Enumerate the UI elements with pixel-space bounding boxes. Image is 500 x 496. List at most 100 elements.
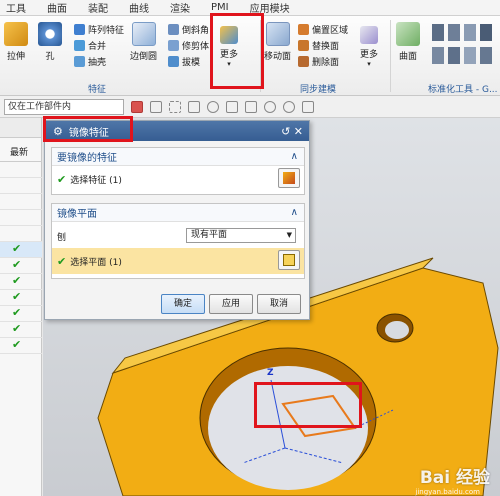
check-icon: ✔	[12, 306, 22, 319]
part-navigator: 最新 ✔ ✔ ✔ ✔ ✔ ✔ ✔	[0, 118, 42, 496]
standard-tools-label: 标准化工具 - G...	[428, 85, 498, 95]
feature-icon	[283, 172, 295, 184]
crosshair-icon[interactable]	[283, 100, 295, 113]
select-lasso-icon[interactable]	[188, 100, 200, 113]
extrude-icon	[4, 22, 28, 46]
surface-icon	[396, 22, 420, 46]
extrude-button[interactable]: 拉伸	[4, 22, 28, 62]
edge-blend-button[interactable]: 边倒圆	[130, 22, 157, 62]
plane-type-select[interactable]: 现有平面 ▼	[186, 228, 296, 243]
navigator-row[interactable]	[0, 178, 42, 194]
chamfer-button[interactable]: 倒斜角	[168, 22, 209, 36]
navigator-row[interactable]: ✔	[0, 338, 42, 354]
feature-group-label: 特征	[88, 85, 107, 95]
menu-tools[interactable]: 工具	[6, 0, 26, 15]
collapse-icon[interactable]: ∧	[291, 207, 298, 218]
offset-region-icon	[298, 23, 309, 35]
draft-button[interactable]: 拔模	[168, 54, 200, 68]
unite-button[interactable]: 合并	[74, 38, 106, 52]
hole-button[interactable]: 孔	[38, 22, 62, 62]
line-icon[interactable]	[226, 100, 238, 113]
replace-face-button[interactable]: 替换面	[298, 38, 339, 52]
circle-icon[interactable]	[264, 100, 276, 113]
pattern-feature-button[interactable]: 阵列特征	[74, 22, 124, 36]
ok-button[interactable]: 确定	[161, 294, 205, 314]
cancel-button[interactable]: 取消	[257, 294, 301, 314]
select-box-icon[interactable]	[169, 100, 181, 113]
navigator-row[interactable]: ✔	[0, 306, 42, 322]
offset-region-button[interactable]: 偏置区域	[298, 22, 348, 36]
filter-icon[interactable]	[150, 100, 162, 113]
mirror-plane-section: 镜像平面 ∧ 刨 现有平面 ▼ ✔ 选择平面 (1)	[51, 203, 305, 279]
section-title: 要镜像的特征	[57, 153, 117, 164]
delete-face-icon	[298, 55, 309, 67]
menu-assembly[interactable]: 装配	[88, 0, 108, 15]
section-header[interactable]: 镜像平面 ∧	[52, 204, 304, 222]
standard-tool-icon	[464, 47, 476, 64]
collapse-icon[interactable]: ∧	[291, 151, 298, 162]
sync-more-button[interactable]: 更多 ▾	[360, 26, 378, 68]
menu-curve[interactable]: 曲线	[129, 0, 149, 15]
group-separator	[390, 20, 391, 92]
navigator-row[interactable]	[0, 162, 42, 178]
select-feature-row[interactable]: ✔ 选择特征 (1)	[52, 168, 304, 190]
annotation-box-more	[210, 13, 264, 89]
standard-tool-icon	[480, 24, 492, 41]
move-face-button[interactable]: 移动面	[264, 22, 291, 62]
z-axis-label: Z	[267, 368, 274, 378]
navigator-row-selected[interactable]: ✔	[0, 242, 42, 258]
navigator-row[interactable]	[0, 226, 42, 242]
apply-button[interactable]: 应用	[209, 294, 253, 314]
trim-body-icon	[168, 39, 179, 51]
selection-scope-filter[interactable]: 仅在工作部件内	[4, 98, 124, 115]
chamfer-icon	[168, 23, 179, 35]
navigator-row[interactable]: ✔	[0, 322, 42, 338]
dialog-title-tools[interactable]: ↺ ✕	[281, 125, 303, 138]
plane-icon	[283, 254, 295, 266]
navigator-row[interactable]: ✔	[0, 274, 42, 290]
section-header[interactable]: 要镜像的特征 ∧	[52, 148, 304, 166]
vertex-icon[interactable]	[302, 100, 314, 113]
navigator-row[interactable]: ✔	[0, 290, 42, 306]
standard-tool-icon	[432, 47, 444, 64]
unite-icon	[74, 39, 85, 51]
feature-to-mirror-section: 要镜像的特征 ∧ ✔ 选择特征 (1)	[51, 147, 305, 195]
trim-body-button[interactable]: 修剪体	[168, 38, 209, 52]
standard-tools-icons[interactable]	[432, 24, 496, 64]
snap-icon[interactable]	[131, 100, 143, 113]
standard-tool-icon	[464, 24, 476, 41]
draft-icon	[168, 55, 179, 67]
watermark-url: jingyan.baidu.com	[415, 488, 480, 496]
menu-render[interactable]: 渲染	[170, 0, 190, 15]
edge-blend-icon	[131, 22, 156, 46]
navigator-row[interactable]	[0, 194, 42, 210]
selection-toolbar: 仅在工作部件内	[0, 96, 500, 118]
curve-icon[interactable]	[245, 100, 257, 113]
check-icon: ✔	[12, 242, 22, 255]
select-plane-button[interactable]	[278, 250, 300, 270]
sync-group-label: 同步建模	[300, 85, 337, 95]
chevron-down-icon: ▾	[367, 60, 371, 68]
surface-button[interactable]: 曲面	[396, 22, 420, 62]
menu-pmi[interactable]: PMI	[211, 2, 229, 13]
standard-tool-icon	[480, 47, 492, 64]
shell-button[interactable]: 抽壳	[74, 54, 106, 68]
plane-type-label: 刨	[57, 232, 67, 243]
standard-tool-icon	[432, 24, 444, 41]
navigator-header	[0, 118, 41, 138]
check-icon: ✔	[12, 290, 22, 303]
column-newest[interactable]: 最新	[0, 144, 42, 162]
chevron-down-icon: ▼	[286, 231, 292, 239]
menu-surface[interactable]: 曲面	[47, 0, 67, 15]
select-plane-row[interactable]: ✔ 选择平面 (1)	[52, 248, 304, 274]
navigator-row[interactable]: ✔	[0, 258, 42, 274]
navigator-row[interactable]	[0, 210, 42, 226]
section-title: 镜像平面	[57, 209, 97, 220]
delete-face-button[interactable]: 删除面	[298, 54, 339, 68]
more-icon	[360, 26, 378, 44]
check-icon: ✔	[57, 254, 67, 268]
standard-tool-icon	[448, 47, 460, 64]
point-icon[interactable]	[207, 100, 219, 113]
select-feature-button[interactable]	[278, 168, 300, 188]
check-icon: ✔	[12, 274, 22, 287]
